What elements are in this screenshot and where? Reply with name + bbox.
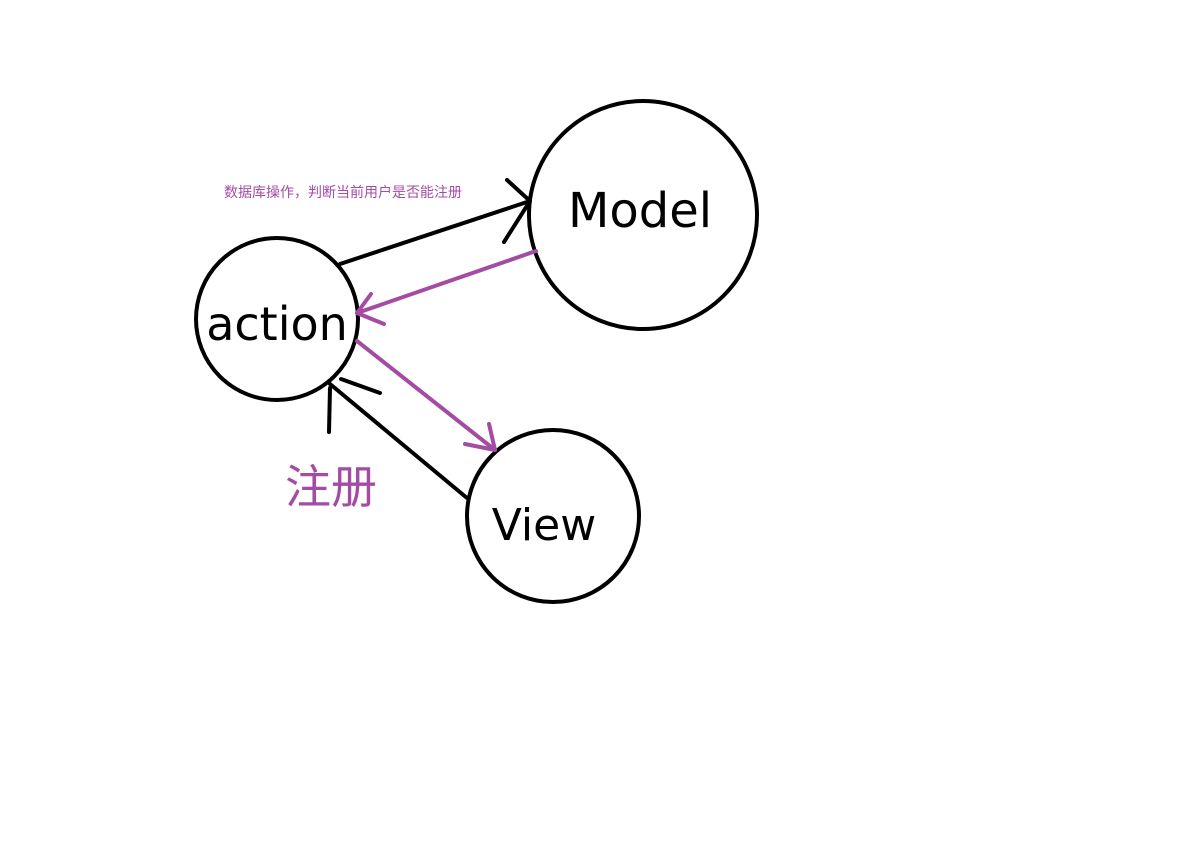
node-model-label: Model [568,183,712,239]
annotation-register: 注册 [285,460,377,514]
node-view-label: View [492,500,596,551]
arrow-model-to-action [355,249,538,326]
arrow-action-to-view [355,339,497,452]
annotation-db-operation: 数据库操作，判断当前用户是否能注册 [224,184,462,201]
mvc-flow-diagram: action Model View 数据库操作，判断当前用户是否能注册 注册 [194,99,759,604]
node-action-label: action [206,297,348,351]
